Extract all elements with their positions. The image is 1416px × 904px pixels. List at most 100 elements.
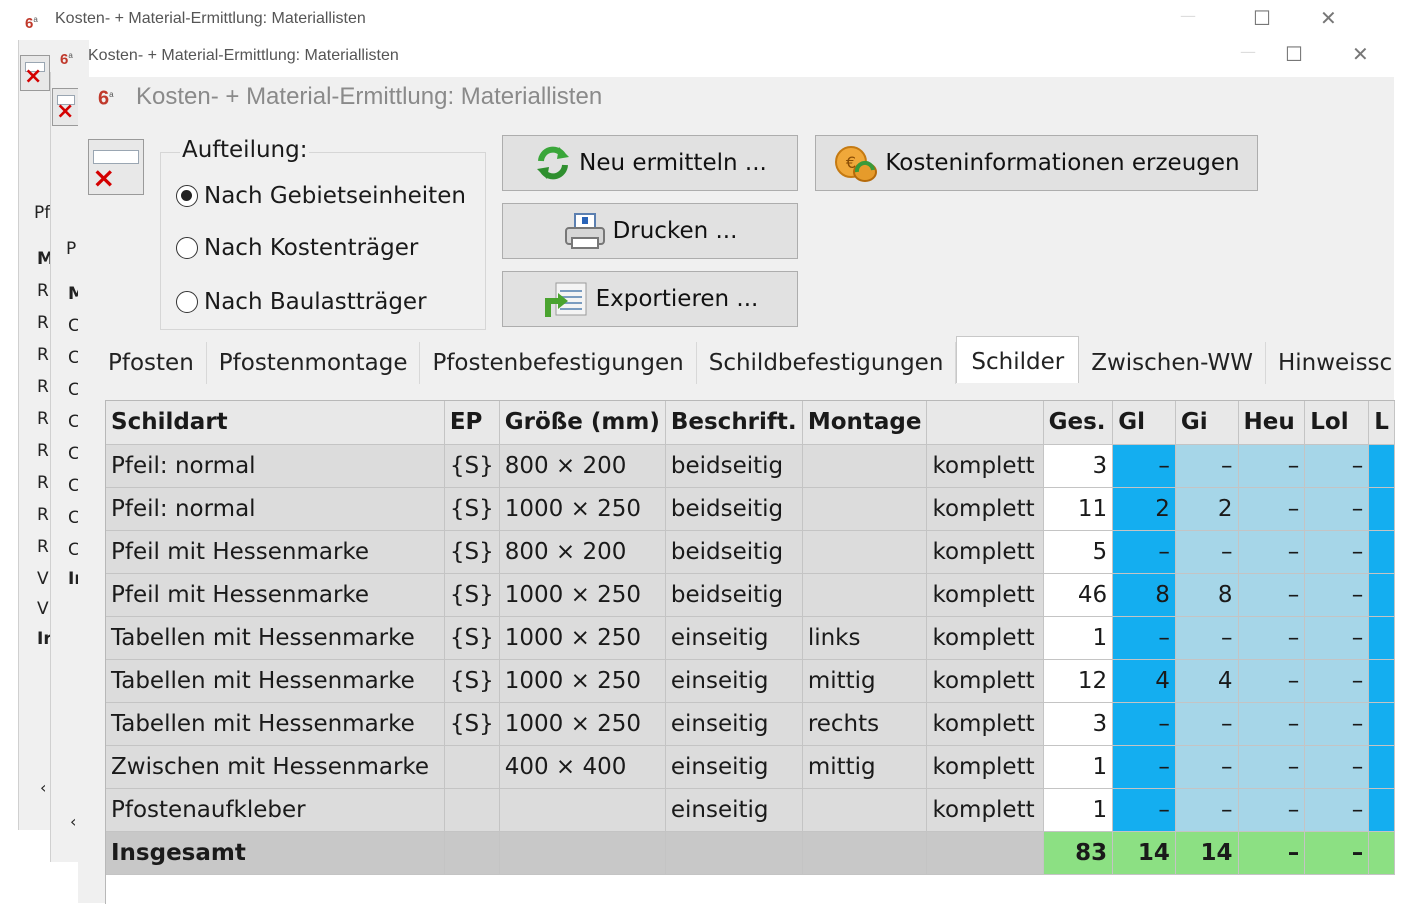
table-row[interactable]: Tabellen mit Hessenmarke {S} 1000 × 250 ein… xyxy=(106,659,1395,703)
minimize-button[interactable]: — xyxy=(1240,42,1256,61)
table-cell: – xyxy=(1112,702,1176,746)
table-cell: 2 xyxy=(1175,487,1239,531)
radio-kostentraeger[interactable]: Nach Kostenträger xyxy=(176,235,418,261)
table-row[interactable]: Pfeil mit Hessenmarke {S} 800 × 200 beidsei… xyxy=(106,530,1395,574)
maximize-button[interactable]: ☐ xyxy=(1285,42,1303,66)
table-row[interactable]: Pfeil: normal {S} 800 × 200 beidseitig kompl… xyxy=(106,444,1395,488)
radio-indicator[interactable] xyxy=(176,291,198,313)
table-cell xyxy=(665,831,803,875)
column-header[interactable]: Ges. xyxy=(1043,401,1114,445)
column-header[interactable]: Größe (mm) xyxy=(499,401,666,445)
table-cell: – xyxy=(1175,788,1239,832)
table-cell: – xyxy=(1304,831,1370,875)
table-cell: Pfeil mit Hessenmarke xyxy=(106,530,445,574)
table-cell: {S} xyxy=(444,573,500,617)
table-cell xyxy=(499,788,666,832)
table-cell: links xyxy=(802,616,928,660)
maximize-button[interactable]: ☐ xyxy=(1253,6,1271,30)
table-cell: Pfostenaufkleber xyxy=(106,788,445,832)
table-cell: 14 xyxy=(1112,831,1176,875)
scroll-left-arrow[interactable]: ‹ xyxy=(40,778,46,797)
table-cell: 800 × 200 xyxy=(499,444,666,488)
column-header[interactable]: Lol xyxy=(1304,401,1370,445)
table-cell: {S} xyxy=(444,702,500,746)
total-row[interactable]: Insgesamt 83 14 14– – xyxy=(106,831,1395,875)
close-button[interactable]: ✕ xyxy=(1320,6,1337,30)
aufteilung-label: Aufteilung: xyxy=(180,137,310,163)
column-header[interactable]: Gl xyxy=(1112,401,1176,445)
table-cell: 8 xyxy=(1175,573,1239,617)
close-doc-icon[interactable]: × xyxy=(20,55,50,91)
tab-schildbefestigungen[interactable]: Schildbefestigungen xyxy=(697,342,957,384)
tab-bar: Pfosten Pfostenmontage Pfostenbefestigun… xyxy=(96,336,1404,384)
tab-schilder[interactable]: Schilder xyxy=(956,336,1080,383)
table-cell: mittig xyxy=(802,745,928,789)
table-cell: 1000 × 250 xyxy=(499,659,666,703)
column-header[interactable]: Gi xyxy=(1175,401,1239,445)
table-cell xyxy=(1368,573,1395,617)
neu-ermitteln-button[interactable]: Neu ermitteln ... xyxy=(502,135,798,191)
close-button[interactable]: ✕ xyxy=(1352,42,1369,66)
table-row[interactable]: Tabellen mit Hessenmarke {S} 1000 × 250 ein… xyxy=(106,616,1395,660)
table-cell xyxy=(499,831,666,875)
table-cell: – xyxy=(1238,616,1306,660)
radio-label: Nach Kostenträger xyxy=(204,235,419,261)
button-label: Neu ermitteln ... xyxy=(579,150,767,176)
table-cell: – xyxy=(1112,444,1176,488)
tab-pfosten[interactable]: Pfosten xyxy=(96,342,207,384)
drucken-button[interactable]: Drucken ... xyxy=(502,203,798,259)
exportieren-button[interactable]: Exportieren ... xyxy=(502,271,798,327)
column-header[interactable]: Heu xyxy=(1238,401,1306,445)
strip-letter: Pf xyxy=(34,203,51,223)
table-row[interactable]: Pfostenaufkleber einseitig komplett 1– – – – xyxy=(106,788,1395,832)
tab-hinweisschilder[interactable]: Hinweissc xyxy=(1266,342,1404,384)
radio-indicator[interactable] xyxy=(176,237,198,259)
tab-pfostenbefestigungen[interactable]: Pfostenbefestigungen xyxy=(420,342,697,384)
table-cell xyxy=(444,745,500,789)
table-cell xyxy=(1368,487,1395,531)
strip-letter: R xyxy=(37,377,49,397)
column-header[interactable] xyxy=(926,401,1044,445)
column-header[interactable]: Montage xyxy=(802,401,928,445)
table-cell: Tabellen mit Hessenmarke xyxy=(106,702,445,746)
minimize-button[interactable]: — xyxy=(1180,6,1196,25)
tab-zwischen-ww[interactable]: Zwischen-WW xyxy=(1079,342,1266,384)
app-icon: 6a xyxy=(25,15,38,32)
table-cell: komplett xyxy=(926,659,1044,703)
table-cell: beidseitig xyxy=(665,530,803,574)
scroll-left-arrow[interactable]: ‹ xyxy=(70,812,76,831)
column-header[interactable]: EP xyxy=(444,401,500,445)
table-row[interactable]: Pfeil mit Hessenmarke {S} 1000 × 250 beidse… xyxy=(106,573,1395,617)
table-cell: komplett xyxy=(926,487,1044,531)
radio-baulasttraeger[interactable]: Nach Baulastträger xyxy=(176,289,427,315)
tab-pfostenmontage[interactable]: Pfostenmontage xyxy=(207,342,421,384)
radio-gebietseinheiten[interactable]: Nach Gebietseinheiten xyxy=(176,183,466,209)
strip-letter: V xyxy=(37,569,49,589)
table-cell: – xyxy=(1175,530,1239,574)
table-cell: – xyxy=(1175,702,1239,746)
table-cell: – xyxy=(1238,659,1306,703)
strip-letter: R xyxy=(37,441,49,461)
table-row[interactable]: Zwischen mit Hessenmarke 400 × 400 einseit… xyxy=(106,745,1395,789)
table-cell: 11 xyxy=(1043,487,1114,531)
table-row[interactable]: Tabellen mit Hessenmarke {S} 1000 × 250 ein… xyxy=(106,702,1395,746)
table-cell: – xyxy=(1304,530,1370,574)
table-cell: {S} xyxy=(444,659,500,703)
column-header[interactable]: L xyxy=(1368,401,1395,445)
coins-icon: € xyxy=(835,146,878,182)
close-doc-icon[interactable]: × xyxy=(88,139,144,195)
close-doc-icon[interactable]: × xyxy=(52,88,80,126)
table-cell: – xyxy=(1175,616,1239,660)
table-cell xyxy=(1368,788,1395,832)
table-cell: 46 xyxy=(1043,573,1114,617)
table-cell: einseitig xyxy=(665,659,803,703)
table-cell: 400 × 400 xyxy=(499,745,666,789)
radio-indicator[interactable] xyxy=(176,185,198,207)
column-header[interactable]: Beschrift. xyxy=(665,401,803,445)
table-cell: komplett xyxy=(926,573,1044,617)
column-header[interactable]: Schildart xyxy=(106,401,445,445)
window-title: Kosten- + Material-Ermittlung: Materiall… xyxy=(88,47,399,64)
table-row[interactable]: Pfeil: normal {S} 1000 × 250 beidseitig komp… xyxy=(106,487,1395,531)
kosteninformationen-button[interactable]: € Kosteninformationen erzeugen xyxy=(815,135,1258,191)
table-cell: – xyxy=(1304,616,1370,660)
